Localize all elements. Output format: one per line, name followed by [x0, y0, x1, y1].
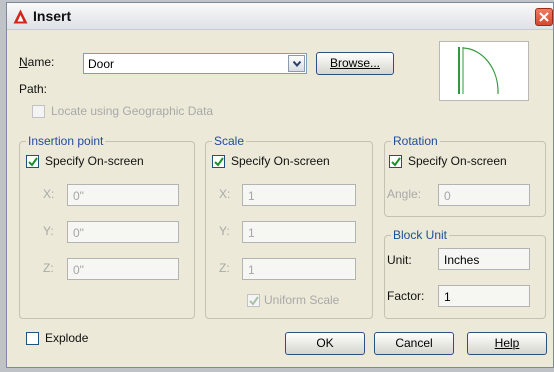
scale-z-value: 1: [248, 263, 255, 277]
name-combo[interactable]: Door: [83, 53, 307, 74]
cancel-button[interactable]: Cancel: [374, 332, 454, 355]
uniform-scale-checkbox[interactable]: [247, 294, 260, 307]
insertion-x-value: 0": [73, 189, 84, 203]
uniform-scale-label: Uniform Scale: [264, 293, 340, 307]
factor-label: Factor:: [387, 289, 425, 303]
insertion-z-field[interactable]: 0": [67, 258, 179, 280]
title-bar[interactable]: Insert: [7, 3, 553, 30]
insertion-x-field[interactable]: 0": [67, 184, 179, 206]
unit-label: Unit:: [387, 253, 412, 267]
check-icon: [391, 157, 401, 167]
rotation-specify-checkbox[interactable]: [389, 155, 402, 168]
scale-specify-checkbox[interactable]: [212, 155, 225, 168]
insertion-point-title: Insertion point: [26, 134, 106, 148]
scale-z-label: Z:: [219, 261, 230, 275]
angle-label: Angle:: [387, 187, 422, 201]
angle-value: 0: [444, 189, 451, 203]
check-icon: [249, 296, 259, 306]
unit-value: Inches: [444, 253, 480, 267]
autocad-logo-icon: [13, 9, 28, 24]
insertion-x-label: X:: [43, 187, 55, 201]
scale-x-label: X:: [219, 187, 231, 201]
geo-label: Locate using Geographic Data: [51, 104, 214, 118]
path-label: Path:: [19, 82, 48, 96]
scale-x-value: 1: [248, 189, 255, 203]
window-title: Insert: [33, 8, 72, 24]
name-dropdown-button[interactable]: [288, 55, 305, 72]
name-label-rest: ame:: [27, 55, 55, 69]
scale-y-label: Y:: [219, 224, 230, 238]
browse-label: Browse...: [329, 56, 380, 70]
factor-value: 1: [444, 290, 451, 304]
insert-dialog: Insert Name: Door Browse... Path: Locate…: [6, 2, 554, 368]
scale-z-field[interactable]: 1: [242, 258, 356, 280]
ok-button[interactable]: OK: [285, 332, 365, 355]
close-icon: [539, 12, 549, 22]
check-icon: [214, 157, 224, 167]
unit-field: Inches: [438, 248, 530, 270]
block-preview: [439, 41, 529, 101]
explode-checkbox[interactable]: [26, 332, 39, 345]
rotation-specify-label: Specify On-screen: [408, 154, 507, 168]
insertion-y-field[interactable]: 0": [67, 221, 179, 243]
chevron-down-icon: [293, 61, 301, 67]
scale-specify-label: Specify On-screen: [231, 154, 330, 168]
close-button[interactable]: [535, 8, 553, 26]
angle-field[interactable]: 0: [438, 184, 530, 206]
insertion-z-label: Z:: [43, 261, 54, 275]
geo-checkbox[interactable]: [32, 105, 45, 118]
insertion-specify-checkbox[interactable]: [26, 155, 39, 168]
block-unit-title: Block Unit: [391, 228, 450, 242]
insertion-z-value: 0": [73, 263, 84, 277]
insertion-specify-label: Specify On-screen: [45, 154, 144, 168]
insertion-y-value: 0": [73, 226, 84, 240]
name-value: Door: [88, 57, 115, 71]
scale-x-field[interactable]: 1: [242, 184, 356, 206]
help-button[interactable]: Help: [467, 332, 547, 355]
ok-label: OK: [316, 336, 334, 350]
factor-field: 1: [438, 285, 530, 307]
browse-button[interactable]: Browse...: [316, 52, 394, 75]
explode-label: Explode: [45, 331, 89, 345]
scale-y-value: 1: [248, 226, 255, 240]
cancel-label: Cancel: [395, 336, 433, 350]
check-icon: [28, 157, 38, 167]
door-preview-icon: [458, 47, 499, 95]
help-label: Help: [494, 336, 520, 350]
scale-y-field[interactable]: 1: [242, 221, 356, 243]
rotation-title: Rotation: [391, 134, 440, 148]
scale-title: Scale: [212, 134, 247, 148]
name-label: Name:: [19, 55, 55, 69]
insertion-y-label: Y:: [43, 224, 54, 238]
